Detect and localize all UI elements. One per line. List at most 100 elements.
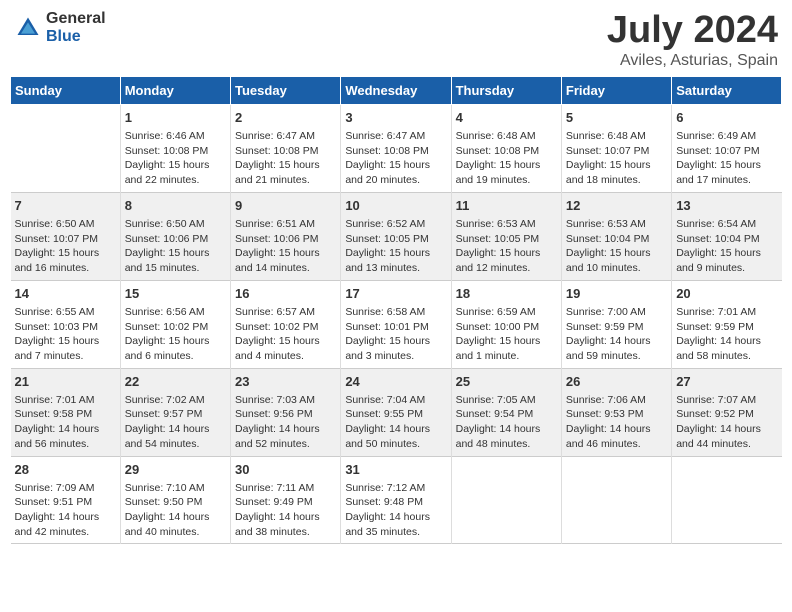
calendar-cell: 1 Sunrise: 6:46 AM Sunset: 10:08 PM Dayli…: [120, 104, 230, 192]
day-number: 12: [566, 197, 667, 215]
cell-content: Sunrise: 6:46 AM Sunset: 10:08 PM Daylig…: [125, 130, 210, 186]
cell-content: Sunrise: 6:57 AM Sunset: 10:02 PM Daylig…: [235, 306, 320, 362]
day-number: 5: [566, 109, 667, 127]
main-title: July 2024: [607, 10, 778, 52]
cell-content: Sunrise: 7:09 AM Sunset: 9:51 PM Dayligh…: [15, 482, 100, 538]
day-number: 3: [345, 109, 446, 127]
calendar-cell: 5 Sunrise: 6:48 AM Sunset: 10:07 PM Dayli…: [561, 104, 671, 192]
logo: General Blue: [14, 10, 106, 45]
day-number: 8: [125, 197, 226, 215]
cell-content: Sunrise: 6:50 AM Sunset: 10:07 PM Daylig…: [15, 218, 100, 274]
calendar-cell: [11, 104, 121, 192]
day-number: 20: [676, 285, 777, 303]
logo-icon: [14, 14, 42, 42]
day-number: 13: [676, 197, 777, 215]
title-area: July 2024 Aviles, Asturias, Spain: [607, 10, 778, 70]
calendar-cell: 12Sunrise: 6:53 AM Sunset: 10:04 PM Dayl…: [561, 192, 671, 280]
cell-content: Sunrise: 6:51 AM Sunset: 10:06 PM Daylig…: [235, 218, 320, 274]
subtitle: Aviles, Asturias, Spain: [607, 52, 778, 70]
header-cell-friday: Friday: [561, 76, 671, 104]
day-number: 2: [235, 109, 336, 127]
cell-content: Sunrise: 6:53 AM Sunset: 10:05 PM Daylig…: [456, 218, 541, 274]
calendar-cell: 25 Sunrise: 7:05 AM Sunset: 9:54 PM Dayli…: [451, 368, 561, 456]
calendar-cell: 10Sunrise: 6:52 AM Sunset: 10:05 PM Dayl…: [341, 192, 451, 280]
cell-content: Sunrise: 6:47 AM Sunset: 10:08 PM Daylig…: [235, 130, 320, 186]
calendar-cell: 14 Sunrise: 6:55 AM Sunset: 10:03 PM Dayl…: [11, 280, 121, 368]
logo-text: General Blue: [46, 10, 106, 45]
cell-content: Sunrise: 6:50 AM Sunset: 10:06 PM Daylig…: [125, 218, 210, 274]
cell-content: Sunrise: 7:05 AM Sunset: 9:54 PM Dayligh…: [456, 394, 541, 450]
calendar-cell: 28 Sunrise: 7:09 AM Sunset: 9:51 PM Dayli…: [11, 456, 121, 544]
header-cell-thursday: Thursday: [451, 76, 561, 104]
cell-content: Sunrise: 6:54 AM Sunset: 10:04 PM Daylig…: [676, 218, 761, 274]
day-number: 30: [235, 461, 336, 479]
calendar-cell: 7Sunrise: 6:50 AM Sunset: 10:07 PM Dayli…: [11, 192, 121, 280]
calendar-cell: 21Sunrise: 7:01 AM Sunset: 9:58 PM Dayli…: [11, 368, 121, 456]
day-number: 31: [345, 461, 446, 479]
calendar-cell: 2 Sunrise: 6:47 AM Sunset: 10:08 PM Dayli…: [231, 104, 341, 192]
calendar-cell: 27Sunrise: 7:07 AM Sunset: 9:52 PM Dayli…: [672, 368, 782, 456]
cell-content: Sunrise: 7:01 AM Sunset: 9:59 PM Dayligh…: [676, 306, 761, 362]
day-number: 28: [15, 461, 116, 479]
calendar-cell: 15 Sunrise: 6:56 AM Sunset: 10:02 PM Dayl…: [120, 280, 230, 368]
calendar-cell: [672, 456, 782, 544]
cell-content: Sunrise: 6:55 AM Sunset: 10:03 PM Daylig…: [15, 306, 100, 362]
day-number: 21: [15, 373, 116, 391]
header-cell-saturday: Saturday: [672, 76, 782, 104]
day-number: 1: [125, 109, 226, 127]
cell-content: Sunrise: 7:12 AM Sunset: 9:48 PM Dayligh…: [345, 482, 430, 538]
day-number: 4: [456, 109, 557, 127]
week-row-5: 28 Sunrise: 7:09 AM Sunset: 9:51 PM Dayli…: [11, 456, 782, 544]
logo-general: General: [46, 10, 106, 28]
calendar-cell: 24 Sunrise: 7:04 AM Sunset: 9:55 PM Dayli…: [341, 368, 451, 456]
day-number: 27: [676, 373, 777, 391]
day-number: 26: [566, 373, 667, 391]
day-number: 23: [235, 373, 336, 391]
calendar-cell: 29 Sunrise: 7:10 AM Sunset: 9:50 PM Dayli…: [120, 456, 230, 544]
day-number: 17: [345, 285, 446, 303]
calendar-cell: 8 Sunrise: 6:50 AM Sunset: 10:06 PM Dayli…: [120, 192, 230, 280]
day-number: 10: [345, 197, 446, 215]
day-number: 29: [125, 461, 226, 479]
calendar-cell: 13 Sunrise: 6:54 AM Sunset: 10:04 PM Dayl…: [672, 192, 782, 280]
cell-content: Sunrise: 7:03 AM Sunset: 9:56 PM Dayligh…: [235, 394, 320, 450]
cell-content: Sunrise: 7:02 AM Sunset: 9:57 PM Dayligh…: [125, 394, 210, 450]
calendar-cell: 31 Sunrise: 7:12 AM Sunset: 9:48 PM Dayli…: [341, 456, 451, 544]
cell-content: Sunrise: 7:10 AM Sunset: 9:50 PM Dayligh…: [125, 482, 210, 538]
cell-content: Sunrise: 6:49 AM Sunset: 10:07 PM Daylig…: [676, 130, 761, 186]
header-cell-sunday: Sunday: [11, 76, 121, 104]
calendar-cell: 17Sunrise: 6:58 AM Sunset: 10:01 PM Dayl…: [341, 280, 451, 368]
cell-content: Sunrise: 6:47 AM Sunset: 10:08 PM Daylig…: [345, 130, 430, 186]
week-row-3: 14 Sunrise: 6:55 AM Sunset: 10:03 PM Dayl…: [11, 280, 782, 368]
day-number: 16: [235, 285, 336, 303]
calendar-cell: 19Sunrise: 7:00 AM Sunset: 9:59 PM Dayli…: [561, 280, 671, 368]
calendar-cell: 11 Sunrise: 6:53 AM Sunset: 10:05 PM Dayl…: [451, 192, 561, 280]
cell-content: Sunrise: 7:00 AM Sunset: 9:59 PM Dayligh…: [566, 306, 651, 362]
cell-content: Sunrise: 6:56 AM Sunset: 10:02 PM Daylig…: [125, 306, 210, 362]
header-cell-monday: Monday: [120, 76, 230, 104]
calendar-cell: 3 Sunrise: 6:47 AM Sunset: 10:08 PM Dayli…: [341, 104, 451, 192]
calendar-cell: 20 Sunrise: 7:01 AM Sunset: 9:59 PM Dayli…: [672, 280, 782, 368]
header-cell-tuesday: Tuesday: [231, 76, 341, 104]
day-number: 6: [676, 109, 777, 127]
calendar-cell: 16 Sunrise: 6:57 AM Sunset: 10:02 PM Dayl…: [231, 280, 341, 368]
calendar-cell: 22Sunrise: 7:02 AM Sunset: 9:57 PM Dayli…: [120, 368, 230, 456]
cell-content: Sunrise: 7:04 AM Sunset: 9:55 PM Dayligh…: [345, 394, 430, 450]
calendar-cell: 6 Sunrise: 6:49 AM Sunset: 10:07 PM Dayli…: [672, 104, 782, 192]
cell-content: Sunrise: 7:11 AM Sunset: 9:49 PM Dayligh…: [235, 482, 320, 538]
day-number: 14: [15, 285, 116, 303]
week-row-1: 1 Sunrise: 6:46 AM Sunset: 10:08 PM Dayli…: [11, 104, 782, 192]
calendar-cell: 4 Sunrise: 6:48 AM Sunset: 10:08 PM Dayli…: [451, 104, 561, 192]
cell-content: Sunrise: 6:48 AM Sunset: 10:07 PM Daylig…: [566, 130, 651, 186]
day-number: 25: [456, 373, 557, 391]
calendar-cell: [451, 456, 561, 544]
day-number: 9: [235, 197, 336, 215]
calendar-cell: 30 Sunrise: 7:11 AM Sunset: 9:49 PM Dayli…: [231, 456, 341, 544]
day-number: 18: [456, 285, 557, 303]
day-number: 24: [345, 373, 446, 391]
day-number: 15: [125, 285, 226, 303]
day-number: 11: [456, 197, 557, 215]
calendar-cell: 23 Sunrise: 7:03 AM Sunset: 9:56 PM Dayli…: [231, 368, 341, 456]
cell-content: Sunrise: 6:48 AM Sunset: 10:08 PM Daylig…: [456, 130, 541, 186]
header-cell-wednesday: Wednesday: [341, 76, 451, 104]
